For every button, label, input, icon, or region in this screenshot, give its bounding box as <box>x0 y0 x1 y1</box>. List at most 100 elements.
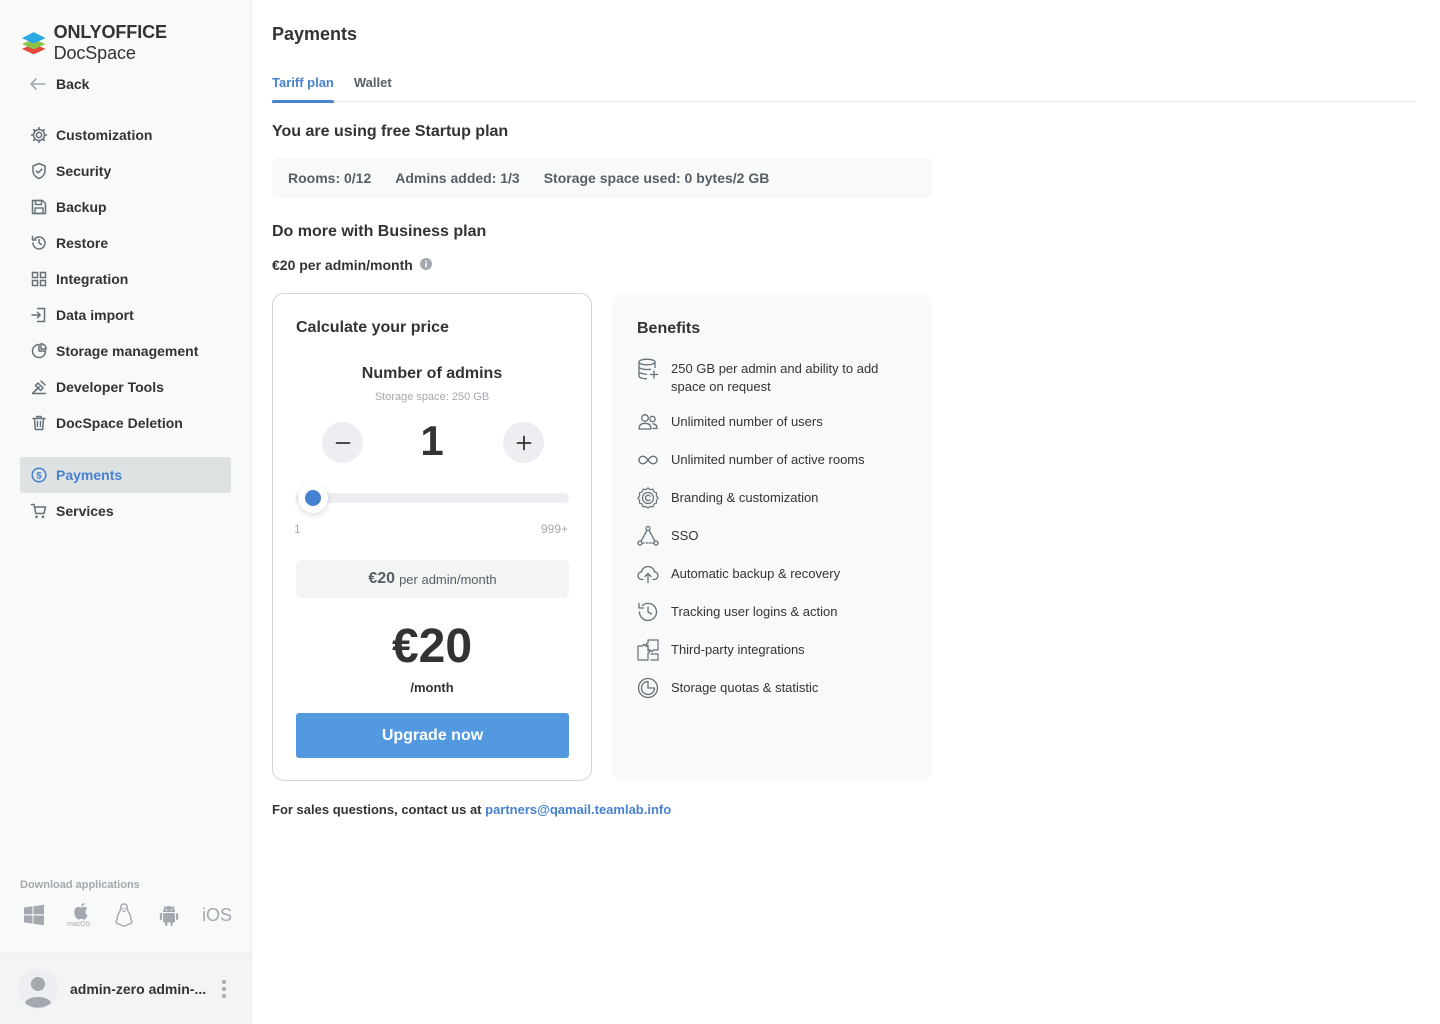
logo[interactable]: ONLYOFFICE DocSpace <box>20 22 251 64</box>
macos-icon[interactable]: macOS <box>67 900 112 930</box>
sidebar-item-label: Customization <box>56 127 153 143</box>
current-plan-title: You are using free Startup plan <box>272 123 509 140</box>
benefit-text: Unlimited number of users <box>671 414 823 429</box>
sidebar-item-label: Services <box>56 503 114 519</box>
pie-chart-icon <box>636 676 660 700</box>
benefit-text: Tracking user logins & action <box>671 604 838 619</box>
benefit-text: Branding & customization <box>671 490 819 505</box>
benefits-title: Benefits <box>637 320 701 337</box>
benefit-text: Storage quotas & statistic <box>671 680 819 695</box>
slider-min-label: 1 <box>294 522 301 536</box>
arrow-left-icon <box>30 78 46 90</box>
download-apps: macOS iOS <box>22 900 247 930</box>
history-icon <box>636 600 660 624</box>
history-icon <box>30 234 48 252</box>
payments-icon: $ <box>30 466 48 484</box>
ios-icon[interactable]: iOS <box>202 900 247 930</box>
sidebar-item-developer-tools[interactable]: Developer Tools <box>20 369 231 405</box>
slider-max-label: 999+ <box>540 522 568 536</box>
sidebar-item-docspace-deletion[interactable]: DocSpace Deletion <box>20 405 231 441</box>
admins-slider-handle[interactable] <box>298 483 328 513</box>
import-icon <box>30 306 48 324</box>
tabs: Tariff plan Wallet <box>272 75 1416 103</box>
database-icon <box>636 357 660 381</box>
sidebar-item-label: Backup <box>56 199 107 215</box>
total-price: €20 <box>391 620 473 673</box>
windows-icon[interactable] <box>22 900 67 930</box>
sidebar-item-label: Developer Tools <box>56 379 164 395</box>
list-item: Automatic backup & recovery <box>636 562 906 586</box>
sidebar-item-payments[interactable]: $ Payments <box>20 457 231 493</box>
sidebar-item-label: Security <box>56 163 112 179</box>
macos-label: macOS <box>67 921 91 928</box>
android-icon[interactable] <box>157 900 202 930</box>
benefit-text: 250 GB per admin and ability to add spac… <box>671 361 879 394</box>
svg-text:$: $ <box>36 471 42 482</box>
sidebar-item-services[interactable]: Services <box>20 493 231 529</box>
calculator-title: Calculate your price <box>296 319 449 336</box>
list-item: Storage quotas & statistic <box>636 676 906 700</box>
sidebar-item-customization[interactable]: Customization <box>20 117 231 153</box>
sales-contact-text: For sales questions, contact us at <box>272 802 482 817</box>
tab-tariff-plan[interactable]: Tariff plan <box>272 75 334 103</box>
sidebar-item-label: Payments <box>56 467 123 483</box>
sales-email-link[interactable]: partners@qamail.teamlab.info <box>485 802 671 817</box>
user-name: admin-zero admin-... <box>70 980 207 997</box>
trash-icon <box>30 414 48 432</box>
benefit-text: Third-party integrations <box>671 642 805 657</box>
page-title: Payments <box>272 24 358 44</box>
back-button[interactable]: Back <box>30 76 89 92</box>
sidebar-item-label: Restore <box>56 235 109 251</box>
benefits-panel: Benefits 250 GB per admin and ability to… <box>612 293 932 781</box>
pie-chart-icon <box>30 342 48 360</box>
sidebar-item-security[interactable]: Security <box>20 153 231 189</box>
list-item: Unlimited number of users <box>636 410 906 434</box>
total-period: /month <box>410 680 454 695</box>
admins-label: Number of admins <box>361 365 503 382</box>
price-per-admin-text: €20 per admin/month <box>272 257 413 273</box>
linux-icon[interactable] <box>112 900 157 930</box>
sidebar-item-data-import[interactable]: Data import <box>20 297 231 333</box>
sidebar-item-label: Integration <box>56 271 129 287</box>
avatar[interactable] <box>18 968 58 1009</box>
sidebar-item-backup[interactable]: Backup <box>20 189 231 225</box>
benefit-text: Unlimited number of active rooms <box>671 452 865 467</box>
price-calculator: Calculate your price Number of admins St… <box>272 293 592 781</box>
sidebar: ONLYOFFICE DocSpace Back Customization S… <box>0 0 252 1024</box>
admins-slider-track[interactable] <box>296 493 569 503</box>
benefits-list: 250 GB per admin and ability to add spac… <box>636 357 906 714</box>
user-profile[interactable]: admin-zero admin-... <box>0 952 251 1024</box>
info-icon[interactable] <box>419 257 432 273</box>
back-label: Back <box>56 76 90 92</box>
more-options-icon[interactable] <box>214 979 234 998</box>
price-per-admin: €20 per admin/month <box>272 257 432 273</box>
storage-note: Storage space: 250 GB <box>374 391 490 403</box>
cart-icon <box>30 502 48 520</box>
sidebar-item-label: Storage management <box>56 343 199 359</box>
upsell-title: Do more with Business plan <box>272 223 487 240</box>
user-placeholder-icon <box>18 968 58 1009</box>
sidebar-item-label: Data import <box>56 307 134 323</box>
sidebar-item-integration[interactable]: Integration <box>20 261 231 297</box>
sidebar-item-restore[interactable]: Restore <box>20 225 231 261</box>
upgrade-now-button[interactable]: Upgrade now <box>296 713 569 758</box>
list-item: Third-party integrations <box>636 638 906 662</box>
storage-usage: Storage space used: 0 bytes/2 GB <box>543 170 770 186</box>
benefit-text: SSO <box>671 528 699 543</box>
benefit-text: Automatic backup & recovery <box>671 566 841 581</box>
branding-icon <box>636 486 660 510</box>
list-item: 250 GB per admin and ability to add spac… <box>636 357 906 396</box>
decrease-button[interactable] <box>322 422 363 463</box>
puzzle-icon <box>636 638 660 662</box>
list-item: Unlimited number of active rooms <box>636 448 906 472</box>
tab-wallet[interactable]: Wallet <box>354 75 392 102</box>
floppy-disk-icon <box>30 198 48 216</box>
gear-icon <box>30 126 48 144</box>
sidebar-item-storage-management[interactable]: Storage management <box>20 333 231 369</box>
settings-menu: Customization Security Backup Restore In… <box>20 117 231 529</box>
list-item: SSO <box>636 524 906 548</box>
admins-usage: Admins added: 1/3 <box>395 170 520 186</box>
increase-button[interactable] <box>503 422 544 463</box>
per-admin-price: €20 <box>368 570 396 587</box>
developer-tools-icon <box>30 378 48 396</box>
